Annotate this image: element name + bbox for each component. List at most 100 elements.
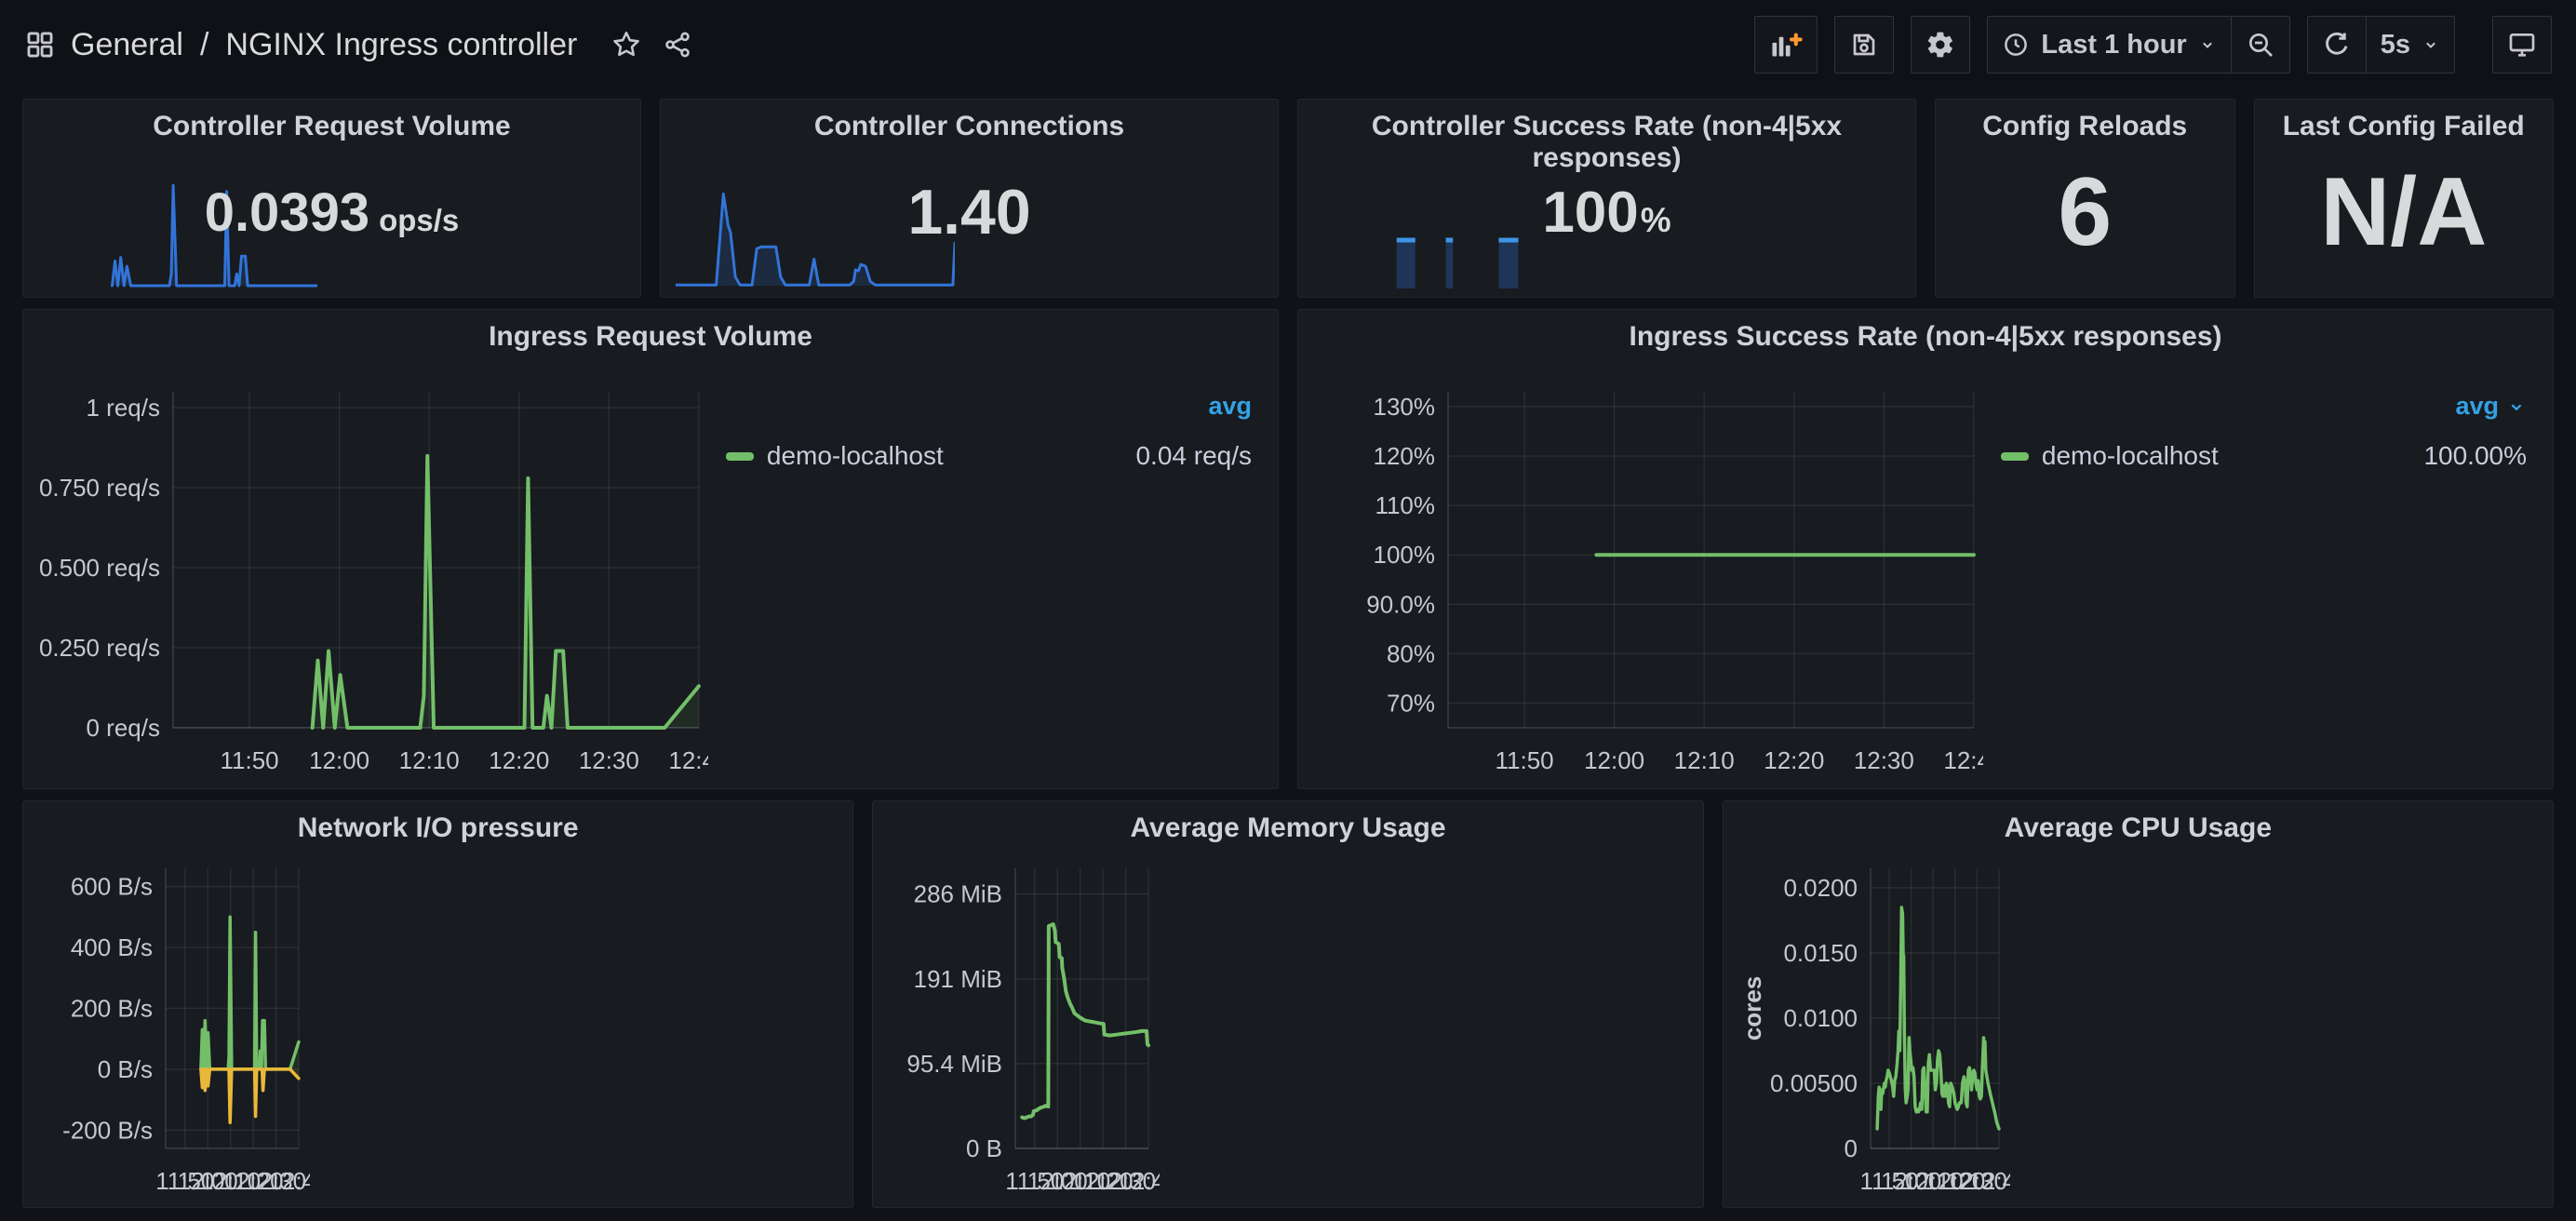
add-panel-button[interactable] xyxy=(1754,16,1818,74)
svg-text:12:10: 12:10 xyxy=(1674,746,1735,774)
svg-text:191 MiB: 191 MiB xyxy=(914,965,1002,993)
time-series-chart[interactable]: 70%80%90.0%100%110%120%130%11:5012:0012:… xyxy=(1306,364,1983,779)
svg-text:95.4 MiB: 95.4 MiB xyxy=(907,1050,1003,1078)
time-series-chart[interactable]: 00.005000.01000.01500.020011:5012:0012:1… xyxy=(1731,848,2010,1200)
panel-ingress-success-rate: Ingress Success Rate (non-4|5xx response… xyxy=(1297,309,2554,789)
stat-value: 6 xyxy=(2058,157,2112,268)
legend-avg-header[interactable]: avg xyxy=(2001,392,2527,421)
panel-title[interactable]: Average Memory Usage xyxy=(873,812,1702,844)
refresh-group: 5s xyxy=(2307,16,2455,74)
svg-text:400 B/s: 400 B/s xyxy=(71,933,153,961)
svg-text:-200 B/s: -200 B/s xyxy=(62,1116,153,1144)
svg-text:12:10: 12:10 xyxy=(399,746,460,774)
svg-text:12:20: 12:20 xyxy=(1764,746,1824,774)
legend-row: demo-localhost 0.04 req/s xyxy=(726,441,1252,471)
panel-title[interactable]: Controller Connections xyxy=(661,111,1278,142)
chevron-down-icon xyxy=(2506,396,2527,417)
gear-icon xyxy=(1925,30,1955,60)
svg-text:12:40: 12:40 xyxy=(1119,1167,1161,1195)
panel-average-memory-usage: Average Memory Usage 0 B95.4 MiB191 MiB2… xyxy=(872,800,1703,1208)
time-range-label: Last 1 hour xyxy=(2041,30,2186,60)
legend: avg demo-localhost 0.04 req/s xyxy=(726,392,1252,471)
svg-text:0: 0 xyxy=(1844,1134,1857,1162)
svg-text:12:20: 12:20 xyxy=(489,746,549,774)
stat-value: N/A xyxy=(2320,157,2487,268)
legend: avg demo-localhost 100.00% xyxy=(2001,392,2527,471)
breadcrumb-folder[interactable]: General xyxy=(71,27,183,63)
panel-title[interactable]: Ingress Request Volume xyxy=(23,321,1278,353)
breadcrumb-separator: / xyxy=(200,27,208,63)
time-series-chart[interactable]: 0 req/s 0.250 req/s 0.500 req/s 0.750 req/s… xyxy=(31,364,708,779)
stat-value: 1.40 xyxy=(907,176,1030,248)
panel-title[interactable]: Controller Request Volume xyxy=(23,111,640,142)
panel-ingress-request-volume: Ingress Request Volume 0 req/s 0.250 req/… xyxy=(22,309,1279,789)
zoom-out-button[interactable] xyxy=(2231,16,2290,74)
legend-series-demo-localhost[interactable]: demo-localhost xyxy=(726,441,944,471)
legend-series-demo-localhost[interactable]: demo-localhost xyxy=(2001,441,2219,471)
svg-text:0.500 req/s: 0.500 req/s xyxy=(39,554,160,582)
svg-text:12:00: 12:00 xyxy=(1584,746,1644,774)
time-series-chart[interactable]: 0 B95.4 MiB191 MiB286 MiB11:5012:0012:10… xyxy=(880,848,1160,1200)
panel-title[interactable]: Network I/O pressure xyxy=(23,812,852,844)
monitor-icon xyxy=(2507,30,2537,60)
share-icon[interactable] xyxy=(663,30,692,60)
svg-text:12:30: 12:30 xyxy=(1854,746,1914,774)
dashboard-settings-button[interactable] xyxy=(1911,16,1970,74)
panel-config-reloads: Config Reloads 6 xyxy=(1935,99,2235,298)
svg-text:12:30: 12:30 xyxy=(579,746,639,774)
panel-title[interactable]: Config Reloads xyxy=(1936,111,2234,142)
svg-text:11:50: 11:50 xyxy=(221,746,279,774)
svg-text:110%: 110% xyxy=(1375,491,1435,519)
svg-text:130%: 130% xyxy=(1374,393,1435,421)
chevron-down-icon xyxy=(2422,35,2440,54)
svg-text:90.0%: 90.0% xyxy=(1366,590,1435,618)
svg-text:286 MiB: 286 MiB xyxy=(914,880,1002,908)
panel-controller-success-rate: Controller Success Rate (non-4|5xx respo… xyxy=(1297,99,1916,298)
series-color-swatch xyxy=(2001,452,2029,461)
panel-title[interactable]: Ingress Success Rate (non-4|5xx response… xyxy=(1298,321,2553,353)
clock-icon xyxy=(2002,31,2030,59)
panel-network-io-pressure: Network I/O pressure -200 B/s 0 B/s 200 B/… xyxy=(22,800,853,1208)
apps-grid-icon[interactable] xyxy=(24,29,56,60)
time-picker-group: Last 1 hour xyxy=(1987,16,2289,74)
save-icon xyxy=(1849,30,1879,60)
svg-text:100%: 100% xyxy=(1374,541,1435,569)
svg-text:1 req/s: 1 req/s xyxy=(87,394,160,422)
svg-text:12:40: 12:40 xyxy=(1968,1167,2010,1195)
save-dashboard-button[interactable] xyxy=(1834,16,1894,74)
svg-text:cores: cores xyxy=(1738,976,1766,1040)
svg-text:0 B/s: 0 B/s xyxy=(98,1055,153,1083)
svg-text:12:40: 12:40 xyxy=(268,1167,310,1195)
time-range-picker[interactable]: Last 1 hour xyxy=(1987,16,2231,74)
legend-avg-value: 0.04 req/s xyxy=(1135,441,1252,471)
cycle-view-mode-button[interactable] xyxy=(2492,16,2552,74)
time-series-chart[interactable]: -200 B/s0 B/s200 B/s400 B/s600 B/s11:501… xyxy=(31,848,310,1200)
dashboard-toolbar: Last 1 hour xyxy=(1754,16,2552,74)
svg-text:0.750 req/s: 0.750 req/s xyxy=(39,474,160,502)
refresh-button[interactable] xyxy=(2307,16,2367,74)
refresh-interval-picker[interactable]: 5s xyxy=(2366,16,2455,74)
stat-value: 100% xyxy=(1542,180,1670,246)
panel-title[interactable]: Average CPU Usage xyxy=(1724,812,2553,844)
top-nav: General / NGINX Ingress controller xyxy=(0,0,2576,89)
panel-controller-request-volume: Controller Request Volume 0.0393ops/s xyxy=(22,99,641,298)
panel-title[interactable]: Last Config Failed xyxy=(2255,111,2554,142)
panel-title[interactable]: Controller Success Rate (non-4|5xx respo… xyxy=(1298,111,1915,174)
svg-text:0 req/s: 0 req/s xyxy=(87,714,160,742)
svg-text:11:50: 11:50 xyxy=(1496,746,1554,774)
chevron-down-icon xyxy=(2198,35,2217,54)
breadcrumb-dashboard-title[interactable]: NGINX Ingress controller xyxy=(225,27,577,63)
svg-text:0.00500: 0.00500 xyxy=(1770,1069,1858,1097)
stat-value: 0.0393ops/s xyxy=(205,181,460,244)
dashboard-grid: Controller Request Volume 0.0393ops/s Co… xyxy=(0,89,2576,1221)
legend-avg-value: 100.00% xyxy=(2423,441,2527,471)
legend-avg-header[interactable]: avg xyxy=(726,392,1252,421)
svg-text:0.250 req/s: 0.250 req/s xyxy=(39,634,160,662)
legend-series-label: demo-localhost xyxy=(2042,441,2219,471)
zoom-out-icon xyxy=(2246,30,2275,60)
star-icon[interactable] xyxy=(610,29,642,60)
series-color-swatch xyxy=(726,452,754,461)
svg-text:12:40: 12:40 xyxy=(1943,746,1983,774)
panel-controller-connections: Controller Connections 1.40 xyxy=(660,99,1279,298)
svg-text:200 B/s: 200 B/s xyxy=(71,995,153,1023)
